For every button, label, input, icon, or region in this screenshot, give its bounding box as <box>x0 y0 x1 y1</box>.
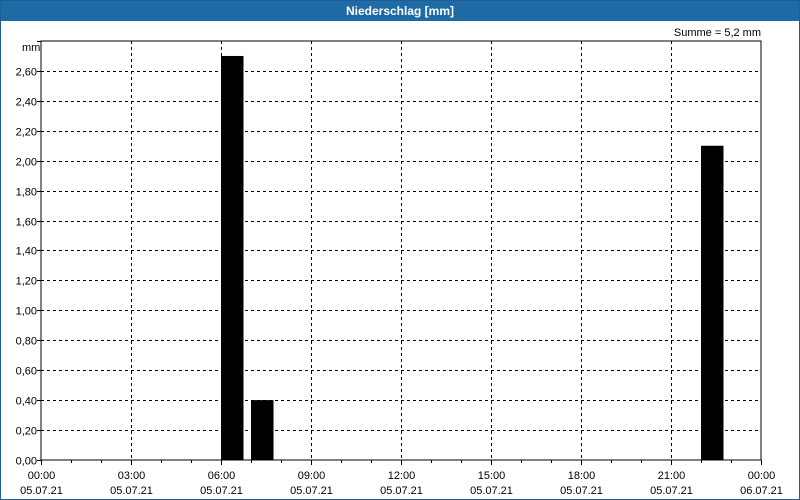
x-tick-date-label: 05.07.21 <box>650 485 693 497</box>
x-tick-date-label: 05.07.21 <box>110 485 153 497</box>
y-tick-label: 0,20 <box>16 426 37 438</box>
x-tick-time-label: 03:00 <box>118 470 146 482</box>
y-tick-label: 2,20 <box>16 127 37 139</box>
x-tick-time-label: 06:00 <box>208 470 236 482</box>
y-tick-label: 2,00 <box>16 157 37 169</box>
x-tick-date-label: 05.07.21 <box>290 485 333 497</box>
x-tick-time-label: 09:00 <box>298 470 326 482</box>
x-tick-time-label: 00:00 <box>28 470 56 482</box>
y-tick-label: 1,60 <box>16 217 37 229</box>
x-tick-date-label: 05.07.21 <box>470 485 513 497</box>
y-tick-label: 2,60 <box>16 67 37 79</box>
sum-annotation: Summe = 5,2 mm <box>674 27 761 39</box>
bars <box>221 55 724 460</box>
x-tick-date-label: 05.07.21 <box>380 485 423 497</box>
y-tick-label: 1,40 <box>16 246 37 258</box>
x-tick-date-label: 05.07.21 <box>560 485 603 497</box>
y-tick-label: 1,80 <box>16 187 37 199</box>
y-tick-label: 0,00 <box>16 456 37 468</box>
x-tick-date-label: 05.07.21 <box>200 485 243 497</box>
x-tick-time-label: 15:00 <box>478 470 506 482</box>
y-tick-label: 0,40 <box>16 396 37 408</box>
y-tick-label: 1,20 <box>16 276 37 288</box>
y-tick-label: 1,00 <box>16 306 37 318</box>
x-tick-time-label: 00:00 <box>748 470 776 482</box>
y-tick-label: 0,80 <box>16 336 37 348</box>
grid <box>41 41 761 460</box>
precipitation-chart: 0,00 0,20 0,40 0,60 0,80 1,00 1,20 1,40 1,60 1,80… <box>16 27 783 497</box>
bar <box>221 55 244 460</box>
x-tick-time-label: 21:00 <box>658 470 686 482</box>
x-tick-time-label: 18:00 <box>568 470 596 482</box>
x-axis: 00:00 05.07.21 03:00 05.07.21 06:00 05.07.21 0… <box>20 460 783 497</box>
x-tick-date-label: 06.07.21 <box>740 485 783 497</box>
bar <box>251 400 274 460</box>
bar <box>701 145 724 460</box>
x-tick-time-label: 12:00 <box>388 470 416 482</box>
y-tick-label: 2,40 <box>16 97 37 109</box>
y-axis-label: mm <box>22 42 40 54</box>
y-axis: 0,00 0,20 0,40 0,60 0,80 1,00 1,20 1,40 1,60 1,80… <box>16 41 41 468</box>
y-tick-label: 0,60 <box>16 366 37 378</box>
x-tick-date-label: 05.07.21 <box>20 485 63 497</box>
